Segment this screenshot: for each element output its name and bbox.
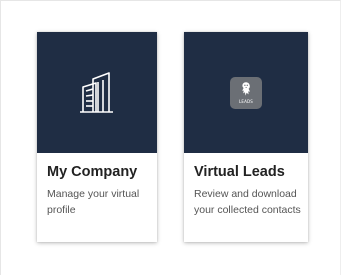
virtual-leads-description: Review and download your collected conta… — [194, 188, 301, 216]
virtual-leads-card-image: LEADS — [184, 32, 308, 153]
my-company-card[interactable]: My Company Manage your virtual profile — [37, 32, 157, 242]
lion-crest-icon — [242, 82, 250, 96]
virtual-leads-card[interactable]: LEADS Virtual Leads Review and download … — [184, 32, 308, 242]
dashboard-panel: My Company Manage your virtual profile L… — [0, 0, 341, 275]
leads-logo-icon: LEADS — [230, 76, 262, 109]
leads-logo-text: LEADS — [238, 99, 254, 104]
my-company-description: Manage your virtual profile — [47, 188, 140, 216]
virtual-leads-title: Virtual Leads — [194, 164, 285, 180]
my-company-card-image — [37, 32, 157, 153]
building-icon — [80, 71, 113, 113]
my-company-title: My Company — [47, 164, 138, 180]
